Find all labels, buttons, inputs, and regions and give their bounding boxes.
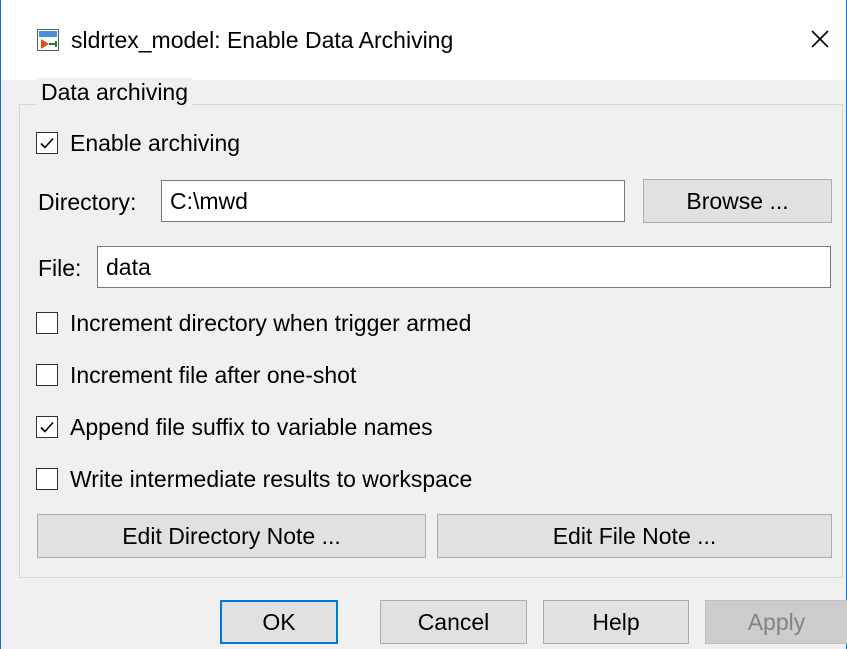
- file-label: File:: [38, 255, 82, 281]
- window-title: sldrtex_model: Enable Data Archiving: [71, 27, 454, 53]
- dialog-window: sldrtex_model: Enable Data Archiving Dat…: [0, 0, 847, 649]
- cancel-button[interactable]: Cancel: [380, 600, 527, 644]
- increment-directory-checkbox[interactable]: [36, 312, 58, 334]
- browse-button[interactable]: Browse ...: [643, 179, 832, 223]
- file-input[interactable]: [97, 246, 831, 288]
- checkmark-icon: [40, 421, 54, 433]
- enable-archiving-checkbox[interactable]: [36, 132, 58, 154]
- edit-file-note-button[interactable]: Edit File Note ...: [437, 514, 832, 558]
- ok-button[interactable]: OK: [220, 600, 338, 644]
- increment-directory-label: Increment directory when trigger armed: [70, 310, 472, 336]
- apply-button[interactable]: Apply: [705, 600, 847, 644]
- edit-directory-note-button[interactable]: Edit Directory Note ...: [37, 514, 426, 558]
- increment-file-label: Increment file after one-shot: [70, 362, 357, 388]
- close-button[interactable]: [794, 14, 846, 64]
- close-icon: [811, 30, 829, 48]
- increment-file-checkbox[interactable]: [36, 364, 58, 386]
- data-archiving-group: [19, 104, 843, 578]
- enable-archiving-label: Enable archiving: [70, 130, 241, 156]
- write-intermediate-checkbox-row[interactable]: Write intermediate results to workspace: [36, 464, 472, 494]
- append-suffix-checkbox[interactable]: [36, 416, 58, 438]
- append-suffix-label: Append file suffix to variable names: [70, 414, 433, 440]
- write-intermediate-label: Write intermediate results to workspace: [70, 466, 473, 492]
- checkmark-icon: [40, 137, 54, 149]
- title-bar[interactable]: sldrtex_model: Enable Data Archiving: [1, 0, 846, 80]
- directory-input[interactable]: [161, 180, 625, 222]
- simulink-model-icon: [37, 29, 59, 51]
- enable-archiving-checkbox-row[interactable]: Enable archiving: [36, 128, 240, 158]
- increment-file-checkbox-row[interactable]: Increment file after one-shot: [36, 360, 356, 390]
- directory-label: Directory:: [38, 189, 137, 215]
- append-suffix-checkbox-row[interactable]: Append file suffix to variable names: [36, 412, 433, 442]
- group-label: Data archiving: [37, 78, 193, 106]
- help-button[interactable]: Help: [543, 600, 689, 644]
- write-intermediate-checkbox[interactable]: [36, 468, 58, 490]
- increment-directory-checkbox-row[interactable]: Increment directory when trigger armed: [36, 308, 471, 338]
